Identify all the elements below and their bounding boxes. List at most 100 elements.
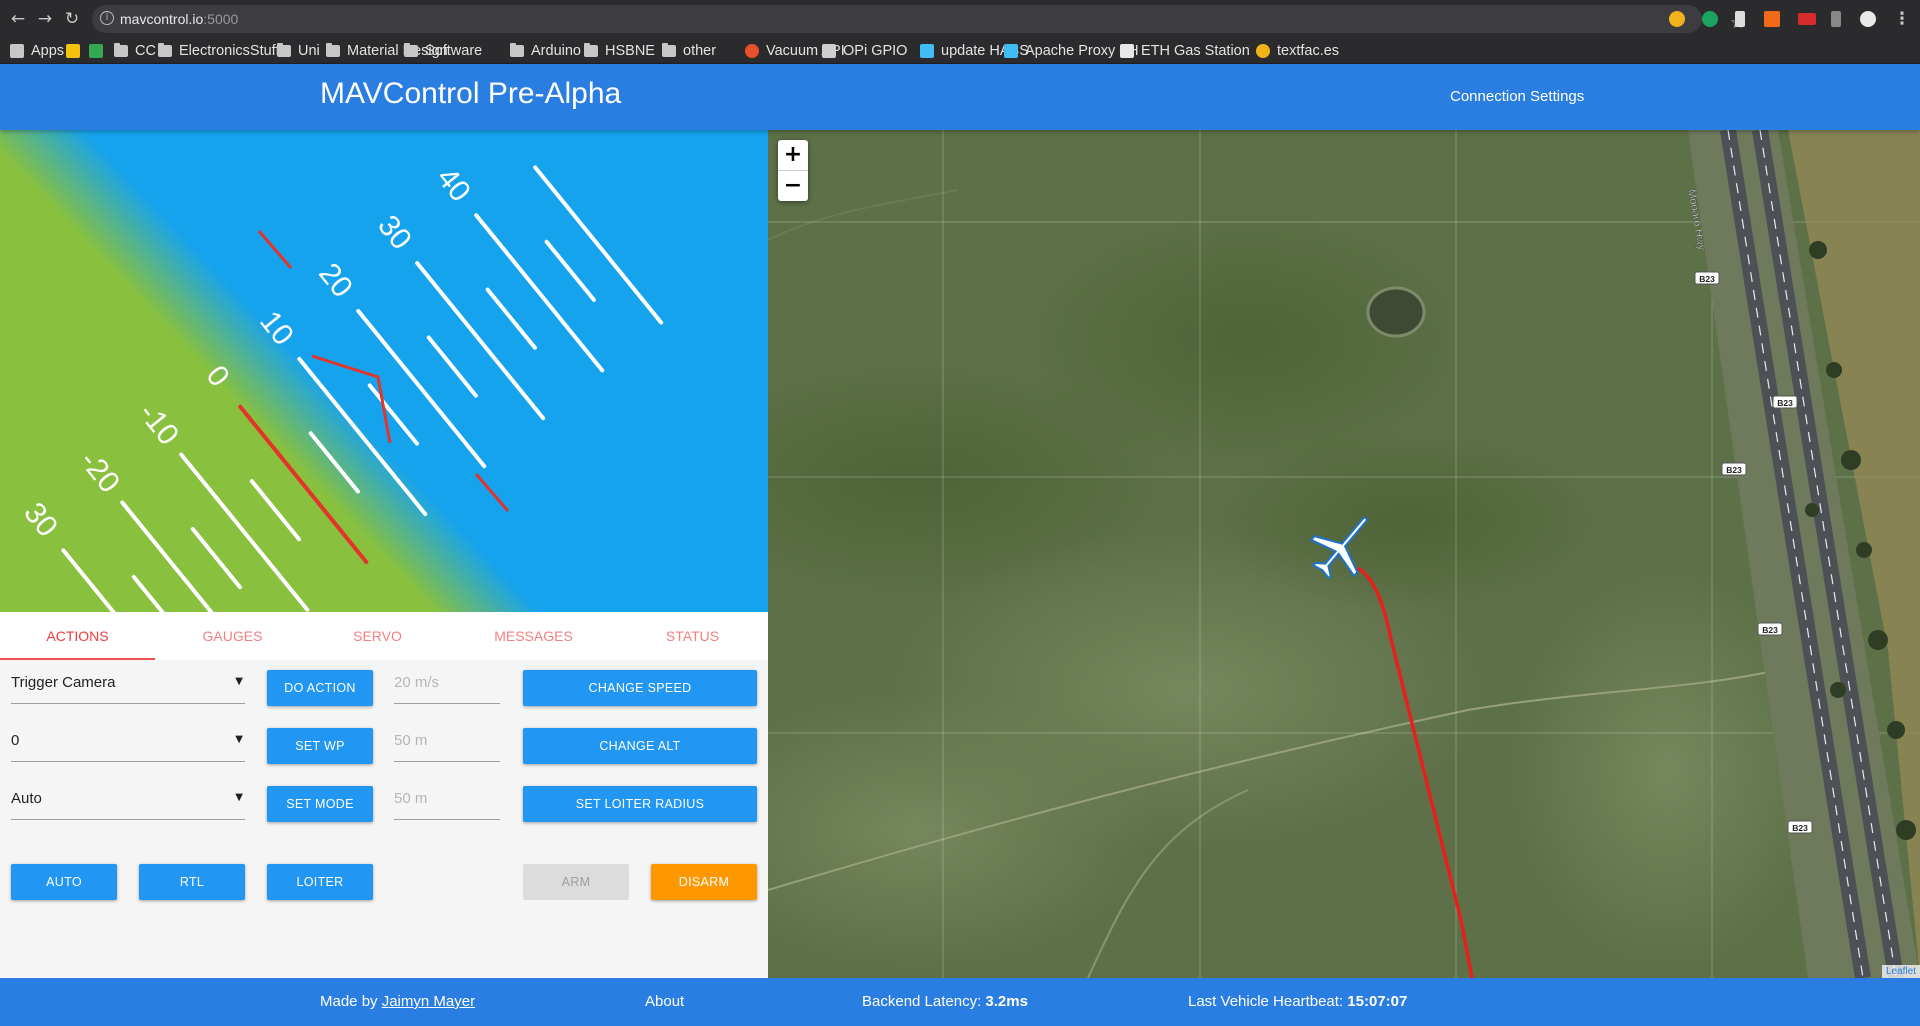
folder-icon bbox=[277, 43, 291, 57]
waypoint-select-value: 0 bbox=[11, 732, 20, 749]
dropdown-arrow-icon: ▼ bbox=[235, 792, 243, 803]
folder-icon bbox=[662, 43, 676, 57]
dropdown-arrow-icon: ▼ bbox=[235, 676, 243, 687]
tab-status[interactable]: STATUS bbox=[615, 612, 770, 660]
bookmark-label: Arduino bbox=[531, 43, 581, 59]
road-shield-label: B23 bbox=[1762, 625, 1778, 635]
active-tab-indicator bbox=[0, 658, 155, 660]
backend-latency: Backend Latency: 3.2ms bbox=[862, 993, 1028, 1010]
tab-actions[interactable]: ACTIONS bbox=[0, 612, 155, 660]
menu-dots-icon[interactable]: ⋮ bbox=[1892, 9, 1912, 29]
change-alt-button[interactable]: CHANGE ALT bbox=[523, 728, 757, 764]
doc-icon bbox=[822, 44, 836, 58]
connection-settings-link[interactable]: Connection Settings bbox=[1450, 88, 1584, 105]
bookmark-label: Software bbox=[425, 43, 483, 59]
bookmark-item[interactable] bbox=[66, 42, 87, 60]
back-arrow-icon[interactable]: ← bbox=[8, 9, 28, 29]
zoom-out-button[interactable]: − bbox=[778, 171, 808, 201]
bookmark-item[interactable]: Uni bbox=[277, 42, 320, 60]
auto-button[interactable]: AUTO bbox=[11, 864, 117, 900]
change-speed-button[interactable]: CHANGE SPEED bbox=[523, 670, 757, 706]
satellite-map[interactable]: Monaro Hwy B23 B23 B23 B23 B23 bbox=[768, 130, 1920, 978]
about-link[interactable]: About bbox=[645, 993, 684, 1010]
action-select[interactable]: Trigger Camera ▼ bbox=[11, 666, 245, 704]
bookmark-item[interactable]: other bbox=[662, 42, 716, 60]
attitude-indicator: 40 30 20 10 0 -10 -20 30 bbox=[0, 130, 768, 612]
mode-select-value: Auto bbox=[11, 790, 42, 807]
address-bar[interactable]: i mavcontrol.io:5000 ☆ bbox=[92, 5, 1745, 33]
zoom-control: + − bbox=[778, 140, 808, 201]
bookmark-item[interactable]: ETH Gas Station bbox=[1120, 42, 1250, 60]
latency-label: Backend Latency: bbox=[862, 993, 986, 1010]
set-wp-button[interactable]: SET WP bbox=[267, 728, 373, 764]
arm-button[interactable]: ARM bbox=[523, 864, 629, 900]
forward-arrow-icon[interactable]: → bbox=[35, 9, 55, 29]
made-by-text: Made by Jaimyn Mayer bbox=[320, 993, 475, 1010]
extension-icon[interactable] bbox=[1764, 11, 1780, 27]
emoji-extension-icon[interactable] bbox=[1669, 11, 1685, 27]
folder-icon bbox=[404, 43, 418, 57]
hass-icon bbox=[1004, 44, 1018, 58]
bookmark-label: HSBNE bbox=[605, 43, 655, 59]
app-header: MAVControl Pre-Alpha Connection Settings bbox=[0, 64, 1920, 130]
do-action-button[interactable]: DO ACTION bbox=[267, 670, 373, 706]
extension-icon[interactable] bbox=[1831, 11, 1841, 27]
map-view[interactable]: Monaro Hwy B23 B23 B23 B23 B23 + − Leafl… bbox=[768, 130, 1920, 978]
set-mode-button[interactable]: SET MODE bbox=[267, 786, 373, 822]
gas-icon bbox=[1120, 44, 1134, 58]
bookmark-item[interactable]: OPi GPIO bbox=[822, 42, 907, 60]
rtl-button[interactable]: RTL bbox=[139, 864, 245, 900]
bookmark-item[interactable] bbox=[89, 42, 110, 60]
info-icon[interactable]: i bbox=[100, 11, 114, 25]
extension-icon[interactable] bbox=[1798, 13, 1816, 25]
bookmark-item[interactable]: ElectronicsStuff bbox=[158, 42, 279, 60]
attitude-svg: 403020100-10-2030 bbox=[0, 130, 768, 612]
evernote-icon[interactable] bbox=[1735, 11, 1745, 27]
folder-icon bbox=[510, 43, 524, 57]
bookmark-label: CC bbox=[135, 43, 156, 59]
page-title: MAVControl Pre-Alpha bbox=[320, 77, 622, 110]
zoom-in-button[interactable]: + bbox=[778, 140, 808, 170]
road-shield: B23 bbox=[1772, 395, 1798, 409]
profile-avatar[interactable] bbox=[1860, 11, 1876, 27]
road-shield: B23 bbox=[1787, 820, 1813, 834]
altitude-input-field bbox=[394, 724, 500, 762]
disarm-button[interactable]: DISARM bbox=[651, 864, 757, 900]
bookmark-item[interactable]: CC bbox=[114, 42, 156, 60]
set-loiter-radius-button[interactable]: SET LOITER RADIUS bbox=[523, 786, 757, 822]
farm-dam bbox=[1366, 286, 1426, 338]
dropdown-arrow-icon: ▼ bbox=[235, 734, 243, 745]
tab-messages[interactable]: MESSAGES bbox=[456, 612, 611, 660]
bookmark-item[interactable]: Apps bbox=[10, 42, 64, 60]
waypoint-select[interactable]: 0 ▼ bbox=[11, 724, 245, 762]
altitude-input[interactable] bbox=[394, 732, 500, 749]
bookmark-item[interactable]: HSBNE bbox=[584, 42, 655, 60]
reload-icon[interactable]: ↻ bbox=[62, 9, 82, 29]
control-panel: ACTIONS GAUGES SERVO MESSAGES STATUS Tri… bbox=[0, 612, 768, 977]
bookmark-label: OPi GPIO bbox=[843, 43, 908, 59]
speed-input[interactable] bbox=[394, 674, 500, 691]
tab-servo[interactable]: SERVO bbox=[300, 612, 455, 660]
bookmark-label: ETH Gas Station bbox=[1141, 43, 1250, 59]
bookmark-item[interactable]: textfac.es bbox=[1256, 42, 1339, 60]
hass-icon bbox=[920, 44, 934, 58]
bookmark-item[interactable]: Software bbox=[404, 42, 482, 60]
mode-select[interactable]: Auto ▼ bbox=[11, 782, 245, 820]
leaflet-attribution-link[interactable]: Leaflet bbox=[1881, 965, 1920, 978]
loiter-radius-input[interactable] bbox=[394, 790, 500, 807]
folder-icon bbox=[584, 43, 598, 57]
url-text[interactable]: mavcontrol.io:5000 bbox=[120, 11, 238, 27]
bookmark-item[interactable]: Apache Proxy - H bbox=[1004, 42, 1139, 60]
folder-icon bbox=[158, 43, 172, 57]
bookmark-label: other bbox=[683, 43, 717, 59]
bookmark-item[interactable]: Arduino bbox=[510, 42, 581, 60]
extension-icon[interactable] bbox=[1702, 11, 1718, 27]
loiter-button[interactable]: LOITER bbox=[267, 864, 373, 900]
road-shield: B23 bbox=[1757, 622, 1783, 636]
tab-gauges[interactable]: GAUGES bbox=[155, 612, 310, 660]
loiter-radius-input-field bbox=[394, 782, 500, 820]
heartbeat-value: 15:07:07 bbox=[1347, 993, 1408, 1010]
author-link[interactable]: Jaimyn Mayer bbox=[382, 993, 475, 1010]
latency-value: 3.2ms bbox=[985, 993, 1028, 1010]
bookmark-label: ElectronicsStuff bbox=[179, 43, 280, 59]
